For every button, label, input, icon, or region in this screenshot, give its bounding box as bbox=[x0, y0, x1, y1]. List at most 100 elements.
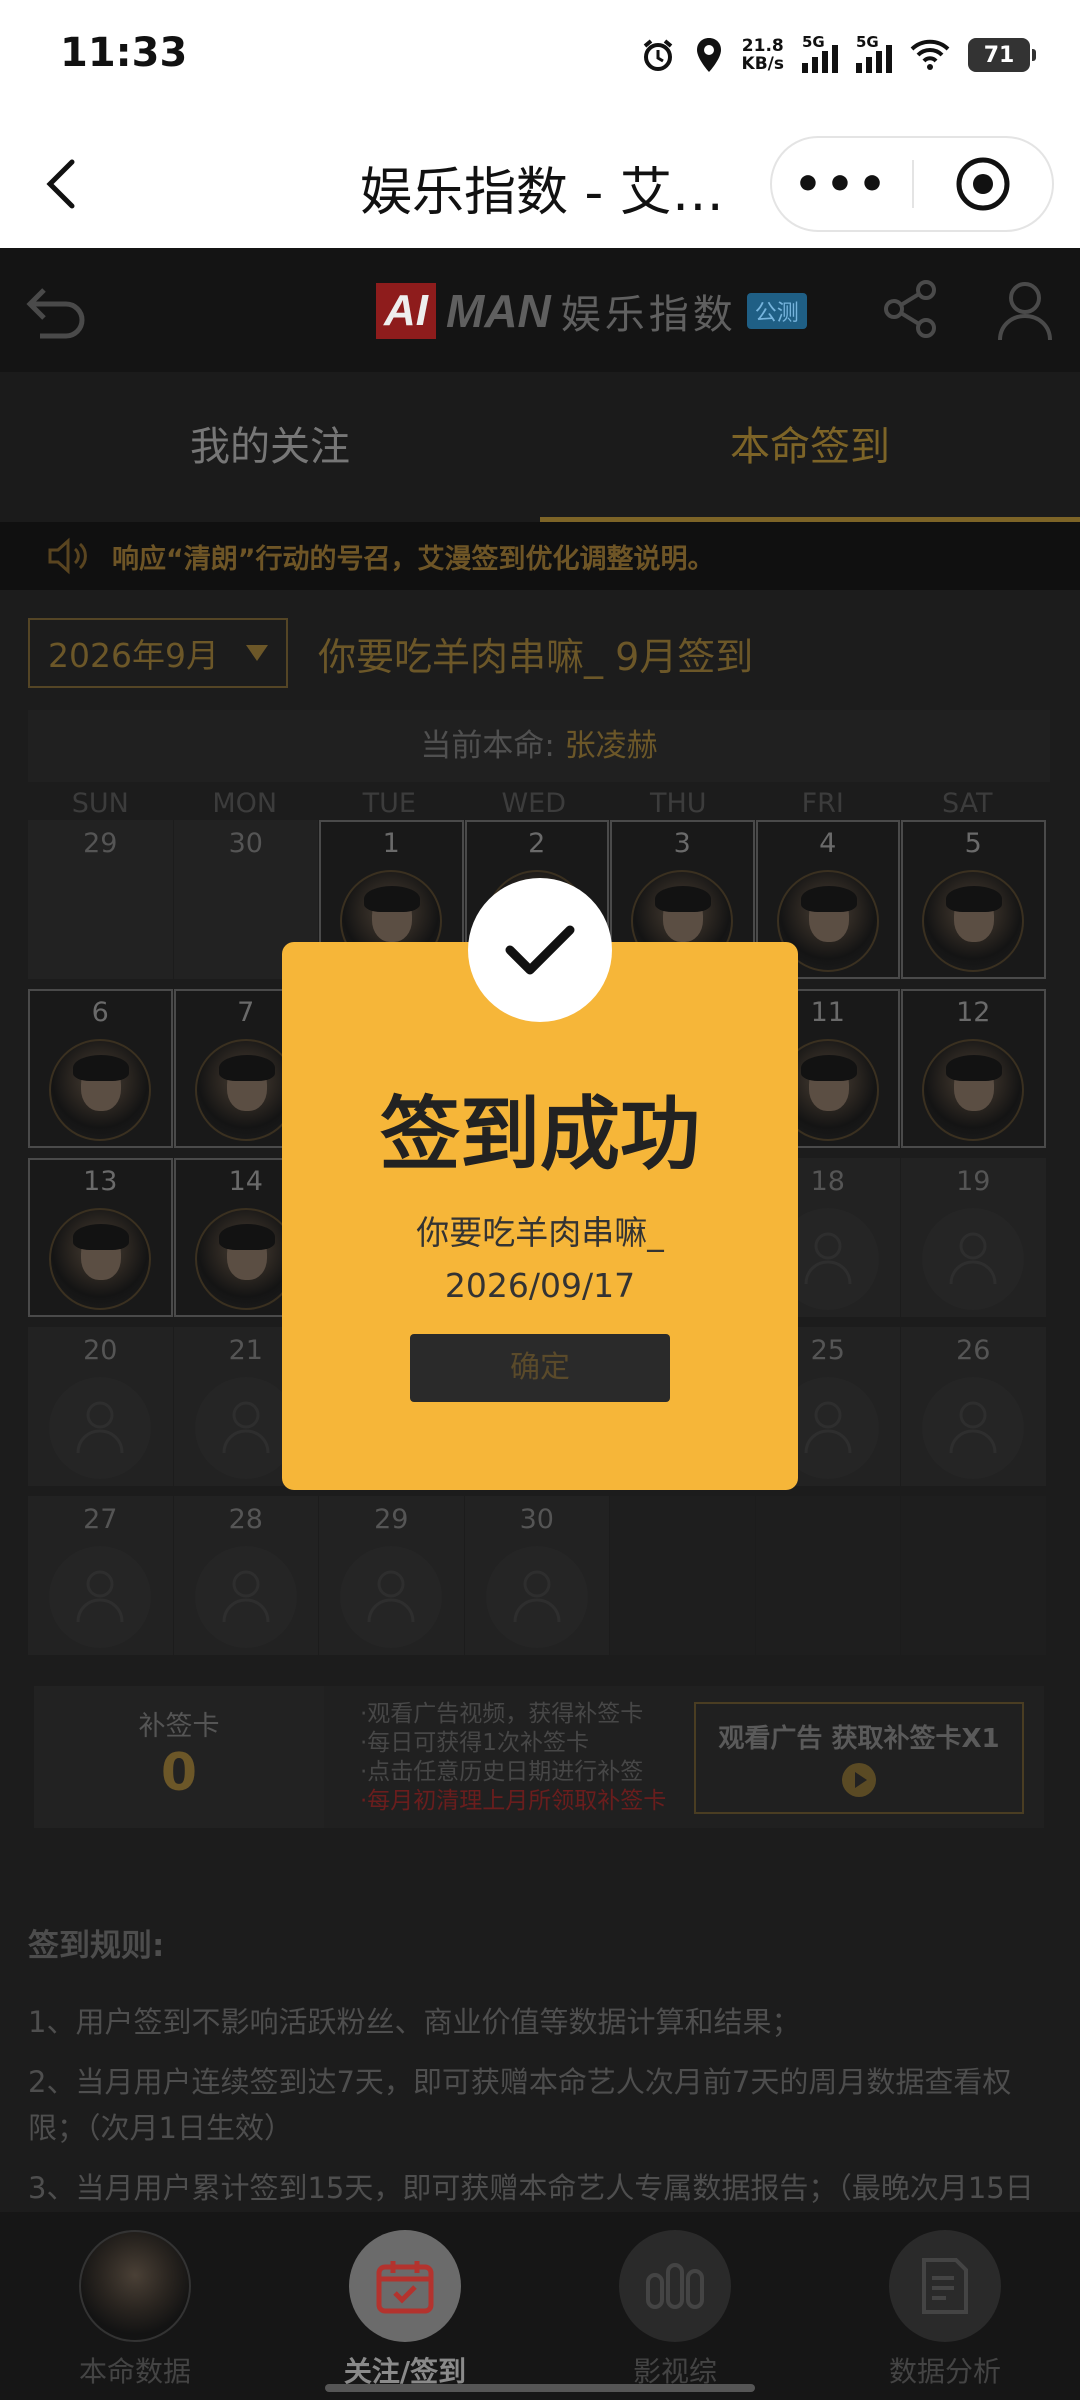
calendar-day-cell[interactable]: 20 bbox=[28, 1327, 173, 1486]
placeholder-avatar-icon bbox=[485, 1546, 588, 1648]
calendar-day-cell bbox=[901, 1496, 1046, 1655]
status-time: 11:33 bbox=[60, 30, 188, 76]
idol-avatar bbox=[922, 1039, 1024, 1141]
rules-title: 签到规则: bbox=[28, 1928, 165, 1964]
confirm-button[interactable]: 确定 bbox=[410, 1334, 670, 1402]
user-profile-icon[interactable] bbox=[996, 280, 1054, 342]
miniprogram-titlebar: 娱乐指数 - 艾… ••• bbox=[0, 120, 1080, 248]
battery-icon: 71 bbox=[968, 38, 1036, 72]
placeholder-avatar-icon bbox=[49, 1377, 151, 1479]
signal-icon-2: 5G bbox=[856, 33, 892, 73]
weekday-label: SUN bbox=[71, 788, 129, 819]
calendar-day-cell[interactable]: 26 bbox=[901, 1327, 1046, 1486]
makeup-card-count-box: 补签卡 0 bbox=[34, 1686, 324, 1828]
current-idol-name: 张凌赫 bbox=[564, 728, 658, 764]
calendar-day-number: 29 bbox=[83, 828, 118, 859]
nav-data-analysis[interactable]: 数据分析 bbox=[810, 2212, 1080, 2400]
calendar-day-number: 6 bbox=[91, 997, 109, 1028]
nav-film-tv[interactable]: 影视综 bbox=[540, 2212, 810, 2400]
placeholder-avatar-icon bbox=[922, 1208, 1024, 1310]
placeholder-avatar-icon bbox=[922, 1377, 1024, 1479]
weekday-label: THU bbox=[649, 788, 707, 819]
calendar-day-cell[interactable]: 6 bbox=[28, 989, 173, 1148]
idol-avatar bbox=[49, 1039, 151, 1141]
checkmark-icon bbox=[468, 878, 612, 1022]
document-icon bbox=[922, 2258, 968, 2314]
back-arrow-icon[interactable] bbox=[38, 156, 88, 212]
wifi-icon bbox=[910, 39, 950, 70]
info-line-warning: ·每月初清理上月所领取补签卡 bbox=[360, 1788, 667, 1814]
idol-avatar bbox=[922, 870, 1024, 972]
calendar-day-number: 28 bbox=[228, 1504, 263, 1535]
calendar-day-cell[interactable]: 5 bbox=[901, 820, 1046, 979]
weekday-label: FRI bbox=[801, 788, 844, 819]
calendar-day-cell[interactable]: 29 bbox=[319, 1496, 464, 1655]
modal-username: 你要吃羊肉串嘛_ bbox=[416, 1213, 664, 1252]
network-speed: 21.8 KB/s bbox=[741, 36, 784, 74]
watch-ad-button[interactable]: 观看广告 获取补签卡X1 bbox=[694, 1702, 1024, 1814]
modal-title: 签到成功 bbox=[380, 1088, 700, 1181]
info-line: ·观看广告视频，获得补签卡 bbox=[360, 1701, 644, 1727]
calendar-day-cell[interactable]: 13 bbox=[28, 1158, 173, 1317]
makeup-card-info: ·观看广告视频，获得补签卡 ·每日可获得1次补签卡 ·点击任意历史日期进行补签 … bbox=[324, 1686, 1044, 1828]
current-idol-bar: 当前本命: 张凌赫 bbox=[28, 710, 1050, 782]
beta-badge: 公测 bbox=[746, 293, 807, 329]
notice-text: 响应“清朗”行动的号召，艾漫签到优化调整说明。 bbox=[112, 543, 715, 575]
makeup-card-section: 补签卡 0 ·观看广告视频，获得补签卡 ·每日可获得1次补签卡 ·点击任意历史日… bbox=[34, 1686, 1044, 1828]
calendar-day-cell bbox=[755, 1496, 900, 1655]
target-icon bbox=[956, 157, 1010, 211]
month-row: 2026年9月 你要吃羊肉串嘛_ 9月签到 bbox=[28, 618, 1052, 688]
close-miniprogram-button[interactable] bbox=[914, 156, 1052, 212]
calendar-day-number: 27 bbox=[83, 1504, 118, 1535]
calendar-day-cell[interactable]: 19 bbox=[901, 1158, 1046, 1317]
placeholder-avatar-icon bbox=[340, 1546, 442, 1648]
checkin-rules: 签到规则: 1、用户签到不影响活跃粉丝、商业价值等数据计算和结果； 2、当月用户… bbox=[28, 1920, 1052, 2225]
weekday-header: SUN MON TUE WED THU FRI SAT bbox=[28, 788, 1052, 819]
bars-icon bbox=[646, 2263, 704, 2309]
calendar-day-number: 30 bbox=[519, 1504, 554, 1535]
calendar-day-cell[interactable]: 27 bbox=[28, 1496, 173, 1655]
calendar-day-number: 30 bbox=[228, 828, 263, 859]
rule-item: 2、当月用户连续签到达7天，即可获赠本命艺人次月前7天的周月数据查看权限；（次月… bbox=[28, 2065, 1012, 2145]
placeholder-avatar-icon bbox=[194, 1546, 297, 1648]
status-bar: 11:33 21.8 KB/s 5G 5G 71 bbox=[0, 0, 1080, 120]
calendar-day-number: 5 bbox=[964, 828, 982, 859]
calendar-day-cell[interactable]: 29 bbox=[28, 820, 173, 979]
app-header: AI MAN 娱乐指数 公测 bbox=[0, 248, 1080, 372]
undo-back-icon[interactable] bbox=[24, 282, 90, 342]
calendar-day-number: 29 bbox=[374, 1504, 409, 1535]
makeup-card-count: 0 bbox=[160, 1743, 198, 1803]
capsule-menu: ••• bbox=[770, 136, 1054, 232]
calendar-day-number: 26 bbox=[956, 1335, 991, 1366]
calendar-day-cell[interactable]: 28 bbox=[173, 1496, 318, 1655]
info-line: ·每日可获得1次补签卡 bbox=[360, 1730, 589, 1756]
calendar-day-cell[interactable]: 30 bbox=[464, 1496, 609, 1655]
more-options-icon[interactable]: ••• bbox=[772, 159, 912, 210]
info-line: ·点击任意历史日期进行补签 bbox=[360, 1759, 644, 1785]
placeholder-avatar-icon bbox=[49, 1546, 151, 1648]
main-tabs: 我的关注 本命签到 bbox=[0, 372, 1080, 522]
share-icon[interactable] bbox=[880, 278, 942, 340]
tab-checkin[interactable]: 本命签到 bbox=[540, 372, 1080, 522]
calendar-day-number: 1 bbox=[382, 828, 400, 859]
tab-my-follow[interactable]: 我的关注 bbox=[0, 372, 540, 522]
dropdown-arrow-icon bbox=[246, 645, 268, 661]
nav-idol-data[interactable]: 本命数据 bbox=[0, 2212, 270, 2400]
page-title: 娱乐指数 - 艾… bbox=[360, 163, 724, 223]
rule-item: 3、当月用户累计签到15天，即可获赠本命艺人专属数据报告；（最晚次月15日 bbox=[28, 2171, 1034, 2205]
nav-follow-checkin[interactable]: 关注/签到 bbox=[270, 2212, 540, 2400]
signal-icon: 5G bbox=[802, 33, 838, 73]
month-select[interactable]: 2026年9月 bbox=[28, 618, 288, 688]
play-icon bbox=[842, 1763, 876, 1797]
speaker-icon bbox=[48, 537, 87, 575]
weekday-label: TUE bbox=[362, 788, 416, 819]
notice-bar[interactable]: 响应“清朗”行动的号召，艾漫签到优化调整说明。 bbox=[0, 522, 1080, 590]
calendar-day-number: 4 bbox=[819, 828, 837, 859]
alarm-icon bbox=[643, 39, 672, 71]
bottom-nav: 本命数据 关注/签到 影视综 数据分析 bbox=[0, 2212, 1080, 2400]
calendar-day-number: 2 bbox=[528, 828, 546, 859]
weekday-label: WED bbox=[501, 788, 567, 819]
home-indicator[interactable] bbox=[325, 2384, 755, 2392]
calendar-day-number: 13 bbox=[83, 1166, 118, 1197]
calendar-day-cell[interactable]: 12 bbox=[901, 989, 1046, 1148]
